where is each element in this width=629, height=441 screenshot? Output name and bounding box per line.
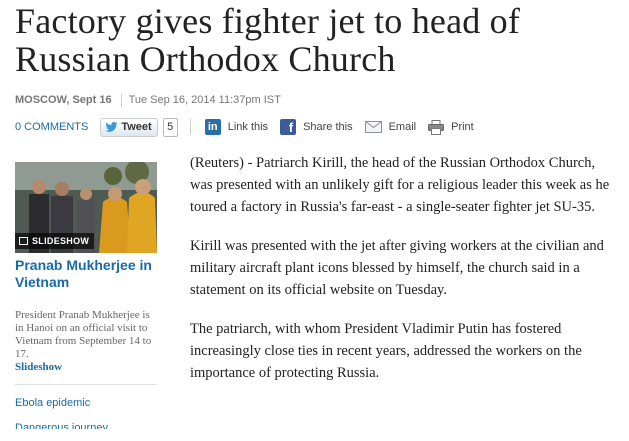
sidebar-slideshow: SLIDESHOW Pranab Mukherjee in Vietnam Pr… bbox=[15, 162, 157, 429]
slideshow-description-text: President Pranab Mukherjee is in Hanoi o… bbox=[15, 309, 152, 360]
slideshow-icon bbox=[19, 237, 28, 245]
print-button[interactable]: Print bbox=[428, 119, 474, 135]
dateline: MOSCOW, Sept 16 Tue Sep 16, 2014 11:37pm… bbox=[15, 93, 281, 107]
twitter-bird-icon bbox=[105, 122, 118, 132]
linkedin-label: Link this bbox=[227, 121, 269, 133]
email-label: Email bbox=[388, 121, 417, 133]
facebook-label: Share this bbox=[303, 121, 353, 133]
slideshow-description: President Pranab Mukherjee is in Hanoi o… bbox=[15, 309, 157, 374]
share-toolbar: 0 COMMENTS Tweet 5 in Link this f Share … bbox=[15, 117, 486, 137]
sidebar-divider bbox=[15, 384, 157, 385]
slideshow-badge: SLIDESHOW bbox=[15, 233, 95, 249]
article-headline: Factory gives fighter jet to head of Rus… bbox=[15, 1, 521, 79]
printer-icon bbox=[428, 119, 445, 135]
article-body: (Reuters) - Patriarch Kirill, the head o… bbox=[190, 152, 620, 401]
slideshow-more-link[interactable]: Slideshow bbox=[15, 361, 62, 373]
tweet-label: Tweet bbox=[121, 121, 152, 133]
dateline-location: MOSCOW, Sept 16 bbox=[15, 94, 112, 106]
tweet-count: 5 bbox=[162, 117, 178, 137]
slideshow-badge-label: SLIDESHOW bbox=[32, 236, 90, 246]
email-share[interactable]: Email bbox=[364, 121, 417, 133]
dateline-timestamp: Tue Sep 16, 2014 11:37pm IST bbox=[128, 94, 281, 106]
article-paragraph: (Reuters) - Patriarch Kirill, the head o… bbox=[190, 155, 610, 215]
facebook-icon: f bbox=[280, 119, 297, 135]
email-icon bbox=[364, 121, 382, 133]
slideshow-title-link[interactable]: Pranab Mukherjee in Vietnam bbox=[15, 257, 157, 291]
linkedin-share[interactable]: in Link this bbox=[204, 119, 269, 135]
facebook-share[interactable]: f Share this bbox=[280, 119, 353, 135]
dateline-divider bbox=[120, 93, 122, 107]
tweet-button[interactable]: Tweet bbox=[100, 117, 158, 137]
share-divider bbox=[189, 119, 191, 135]
linkedin-icon: in bbox=[204, 119, 221, 135]
slideshow-photo[interactable]: SLIDESHOW bbox=[15, 162, 157, 253]
comments-link[interactable]: 0 COMMENTS bbox=[15, 121, 88, 133]
sidebar-link-ebola[interactable]: Ebola epidemic bbox=[15, 397, 157, 409]
print-label: Print bbox=[451, 121, 474, 133]
sidebar-link-dangerous-journey[interactable]: Dangerous journey bbox=[15, 421, 157, 429]
article-paragraph: Kirill was presented with the jet after … bbox=[190, 238, 604, 298]
article-paragraph: The patriarch, with whom President Vladi… bbox=[190, 321, 582, 381]
